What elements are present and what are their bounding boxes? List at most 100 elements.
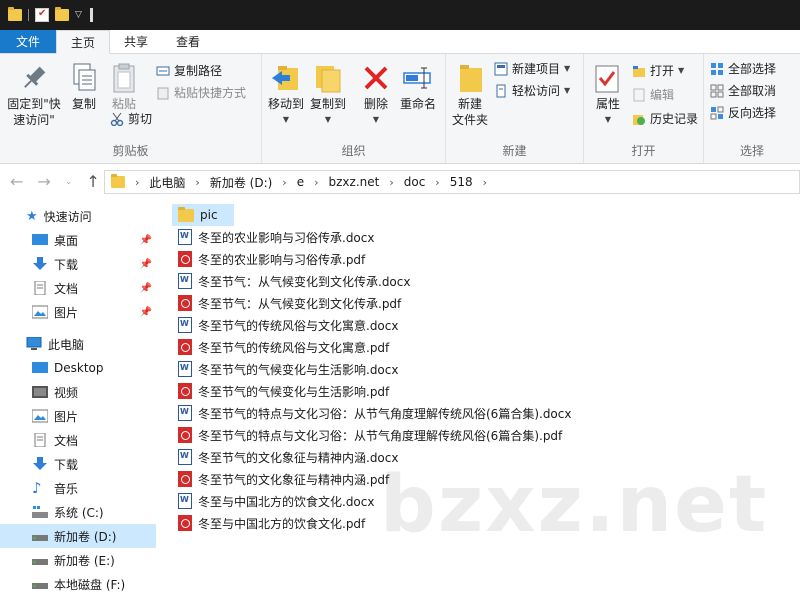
chevron-right-icon[interactable]: ›	[195, 176, 199, 189]
file-name: 冬至节气的特点与文化习俗：从节气角度理解传统风俗(6篇合集).docx	[198, 406, 572, 421]
file-name: 冬至节气：从气候变化到文化传承.docx	[198, 274, 411, 289]
chevron-right-icon[interactable]: ›	[483, 176, 487, 189]
file-item-docx[interactable]: 冬至的农业影响与习俗传承.docx	[172, 226, 792, 248]
open-button[interactable]: 打开 ▼	[632, 62, 684, 79]
invert-selection-button[interactable]: 反向选择	[710, 104, 776, 121]
sidebar-item-drive-c[interactable]: 系统 (C:)	[0, 500, 156, 524]
new-item-button[interactable]: 新建项目 ▼	[494, 60, 570, 77]
back-arrow-icon[interactable]: ←	[10, 172, 23, 191]
file-item-folder-pic[interactable]: pic	[172, 204, 234, 226]
chevron-right-icon[interactable]: ›	[314, 176, 318, 189]
easy-access-button[interactable]: 轻松访问 ▼	[494, 82, 570, 99]
sidebar-item-pictures[interactable]: 图片 📌	[0, 300, 156, 324]
sidebar-item-documents[interactable]: 文档 📌	[0, 276, 156, 300]
download-icon	[32, 457, 48, 471]
edit-button[interactable]: 编辑	[632, 86, 674, 103]
chevron-right-icon[interactable]: ›	[135, 176, 139, 189]
copy-path-button[interactable]: 复制路径	[156, 62, 222, 79]
file-item-docx[interactable]: 冬至节气的气候变化与生活影响.docx	[172, 358, 792, 380]
edit-label: 编辑	[650, 88, 675, 102]
paste-shortcut-button[interactable]: 粘贴快捷方式	[156, 84, 246, 101]
file-item-docx[interactable]: 冬至与中国北方的饮食文化.docx	[172, 490, 792, 512]
breadcrumb-bzxz[interactable]: bzxz.net	[329, 175, 380, 189]
pin-icon: 📌	[139, 234, 152, 246]
sidebar-item-downloads-pc[interactable]: 下载	[0, 452, 156, 476]
properties-quick-icon[interactable]	[35, 8, 49, 22]
new-folder-label-line2: 文件夹	[451, 113, 488, 127]
breadcrumb-this-pc[interactable]: 此电脑	[149, 174, 185, 191]
sidebar-item-desktop-pc[interactable]: Desktop	[0, 356, 156, 380]
file-item-pdf[interactable]: 冬至节气的传统风俗与文化寓意.pdf	[172, 336, 792, 358]
sidebar-item-documents-pc[interactable]: 文档	[0, 428, 156, 452]
file-item-docx[interactable]: 冬至节气的特点与文化习俗：从节气角度理解传统风俗(6篇合集).docx	[172, 402, 792, 424]
copy-to-button[interactable]: 复制到 ▼	[308, 62, 348, 128]
drive-icon	[32, 553, 48, 567]
file-item-docx[interactable]: 冬至节气的文化象征与精神内涵.docx	[172, 446, 792, 468]
file-item-pdf[interactable]: 冬至节气：从气候变化到文化传承.pdf	[172, 292, 792, 314]
clipboard-group: 固定到"快 速访问" 复制 粘贴 复制路径 粘贴快捷方式 剪切 剪贴板	[0, 54, 262, 163]
properties-button[interactable]: 属性 ▼	[588, 62, 628, 128]
file-name: 冬至节气的文化象征与精神内涵.pdf	[198, 472, 390, 487]
delete-label: 删除	[363, 97, 388, 111]
copy-button[interactable]: 复制	[64, 62, 104, 112]
sidebar-item-drive-d[interactable]: 新加卷 (D:)	[0, 524, 156, 548]
file-item-docx[interactable]: 冬至节气的传统风俗与文化寓意.docx	[172, 314, 792, 336]
move-to-icon	[270, 62, 302, 94]
separator	[89, 8, 93, 22]
breadcrumb-518[interactable]: 518	[450, 175, 473, 189]
history-button[interactable]: 历史记录	[632, 110, 698, 127]
new-folder-quick-icon[interactable]	[55, 7, 69, 21]
paste-shortcut-icon	[156, 86, 170, 100]
pin-to-quick-access-button[interactable]: 固定到"快 速访问"	[4, 62, 64, 128]
chevron-right-icon[interactable]: ›	[435, 176, 439, 189]
sidebar-label: 文档	[54, 281, 79, 296]
tab-file[interactable]: 文件	[0, 30, 57, 53]
sidebar-item-pictures-pc[interactable]: 图片	[0, 404, 156, 428]
file-name: pic	[200, 208, 218, 222]
forward-arrow-icon[interactable]: →	[37, 172, 50, 191]
file-item-pdf[interactable]: 冬至节气的气候变化与生活影响.pdf	[172, 380, 792, 402]
chevron-right-icon[interactable]: ›	[282, 176, 286, 189]
file-name: 冬至节气的传统风俗与文化寓意.docx	[198, 318, 399, 333]
sidebar-label: 本地磁盘 (F:)	[54, 577, 126, 592]
new-folder-button[interactable]: 新建 文件夹	[450, 62, 490, 128]
select-none-button[interactable]: 全部取消	[710, 82, 776, 99]
sidebar-item-drive-f[interactable]: 本地磁盘 (F:)	[0, 572, 156, 596]
computer-icon	[26, 336, 42, 351]
breadcrumb-doc[interactable]: doc	[404, 175, 426, 189]
sidebar-item-downloads[interactable]: 下载 📌	[0, 252, 156, 276]
file-item-pdf[interactable]: 冬至节气的特点与文化习俗：从节气角度理解传统风俗(6篇合集).pdf	[172, 424, 792, 446]
address-bar[interactable]: › 此电脑 › 新加卷 (D:) › e › bzxz.net › doc › …	[104, 170, 800, 194]
sidebar-item-drive-e[interactable]: 新加卷 (E:)	[0, 548, 156, 572]
move-to-button[interactable]: 移动到 ▼	[266, 62, 306, 128]
file-item-pdf[interactable]: 冬至节气的文化象征与精神内涵.pdf	[172, 468, 792, 490]
sidebar-item-music[interactable]: ♪ 音乐	[0, 476, 156, 500]
folder-icon	[178, 206, 194, 222]
word-document-icon	[178, 361, 192, 377]
delete-button[interactable]: 删除 ▼	[356, 62, 396, 128]
easy-access-icon	[494, 84, 508, 98]
pin-label-line2: 速访问"	[13, 113, 55, 127]
rename-button[interactable]: 重命名	[396, 62, 440, 112]
tab-view[interactable]: 查看	[162, 30, 214, 53]
select-all-button[interactable]: 全部选择	[710, 60, 776, 77]
word-document-icon	[178, 405, 192, 421]
cut-button[interactable]: 剪切	[110, 110, 152, 127]
breadcrumb-e[interactable]: e	[297, 175, 304, 189]
up-arrow-icon[interactable]: ↑	[86, 172, 99, 191]
sidebar-item-videos[interactable]: 视频	[0, 380, 156, 404]
breadcrumb-drive-d[interactable]: 新加卷 (D:)	[210, 174, 272, 191]
file-item-pdf[interactable]: 冬至的农业影响与习俗传承.pdf	[172, 248, 792, 270]
pdf-icon	[178, 383, 192, 399]
paste-button[interactable]: 粘贴	[104, 62, 144, 112]
sidebar-quick-access[interactable]: ★ 快速访问	[0, 204, 156, 228]
file-item-pdf[interactable]: 冬至与中国北方的饮食文化.pdf	[172, 512, 792, 534]
customize-quick-access-dropdown-icon[interactable]: ▽	[75, 10, 82, 20]
sidebar-this-pc[interactable]: 此电脑	[0, 332, 156, 356]
file-item-docx[interactable]: 冬至节气：从气候变化到文化传承.docx	[172, 270, 792, 292]
recent-locations-chevron-icon[interactable]: ⌄	[65, 177, 73, 187]
chevron-right-icon[interactable]: ›	[389, 176, 393, 189]
tab-share[interactable]: 共享	[110, 30, 162, 53]
sidebar-item-desktop[interactable]: 桌面 📌	[0, 228, 156, 252]
tab-home[interactable]: 主页	[56, 30, 111, 54]
